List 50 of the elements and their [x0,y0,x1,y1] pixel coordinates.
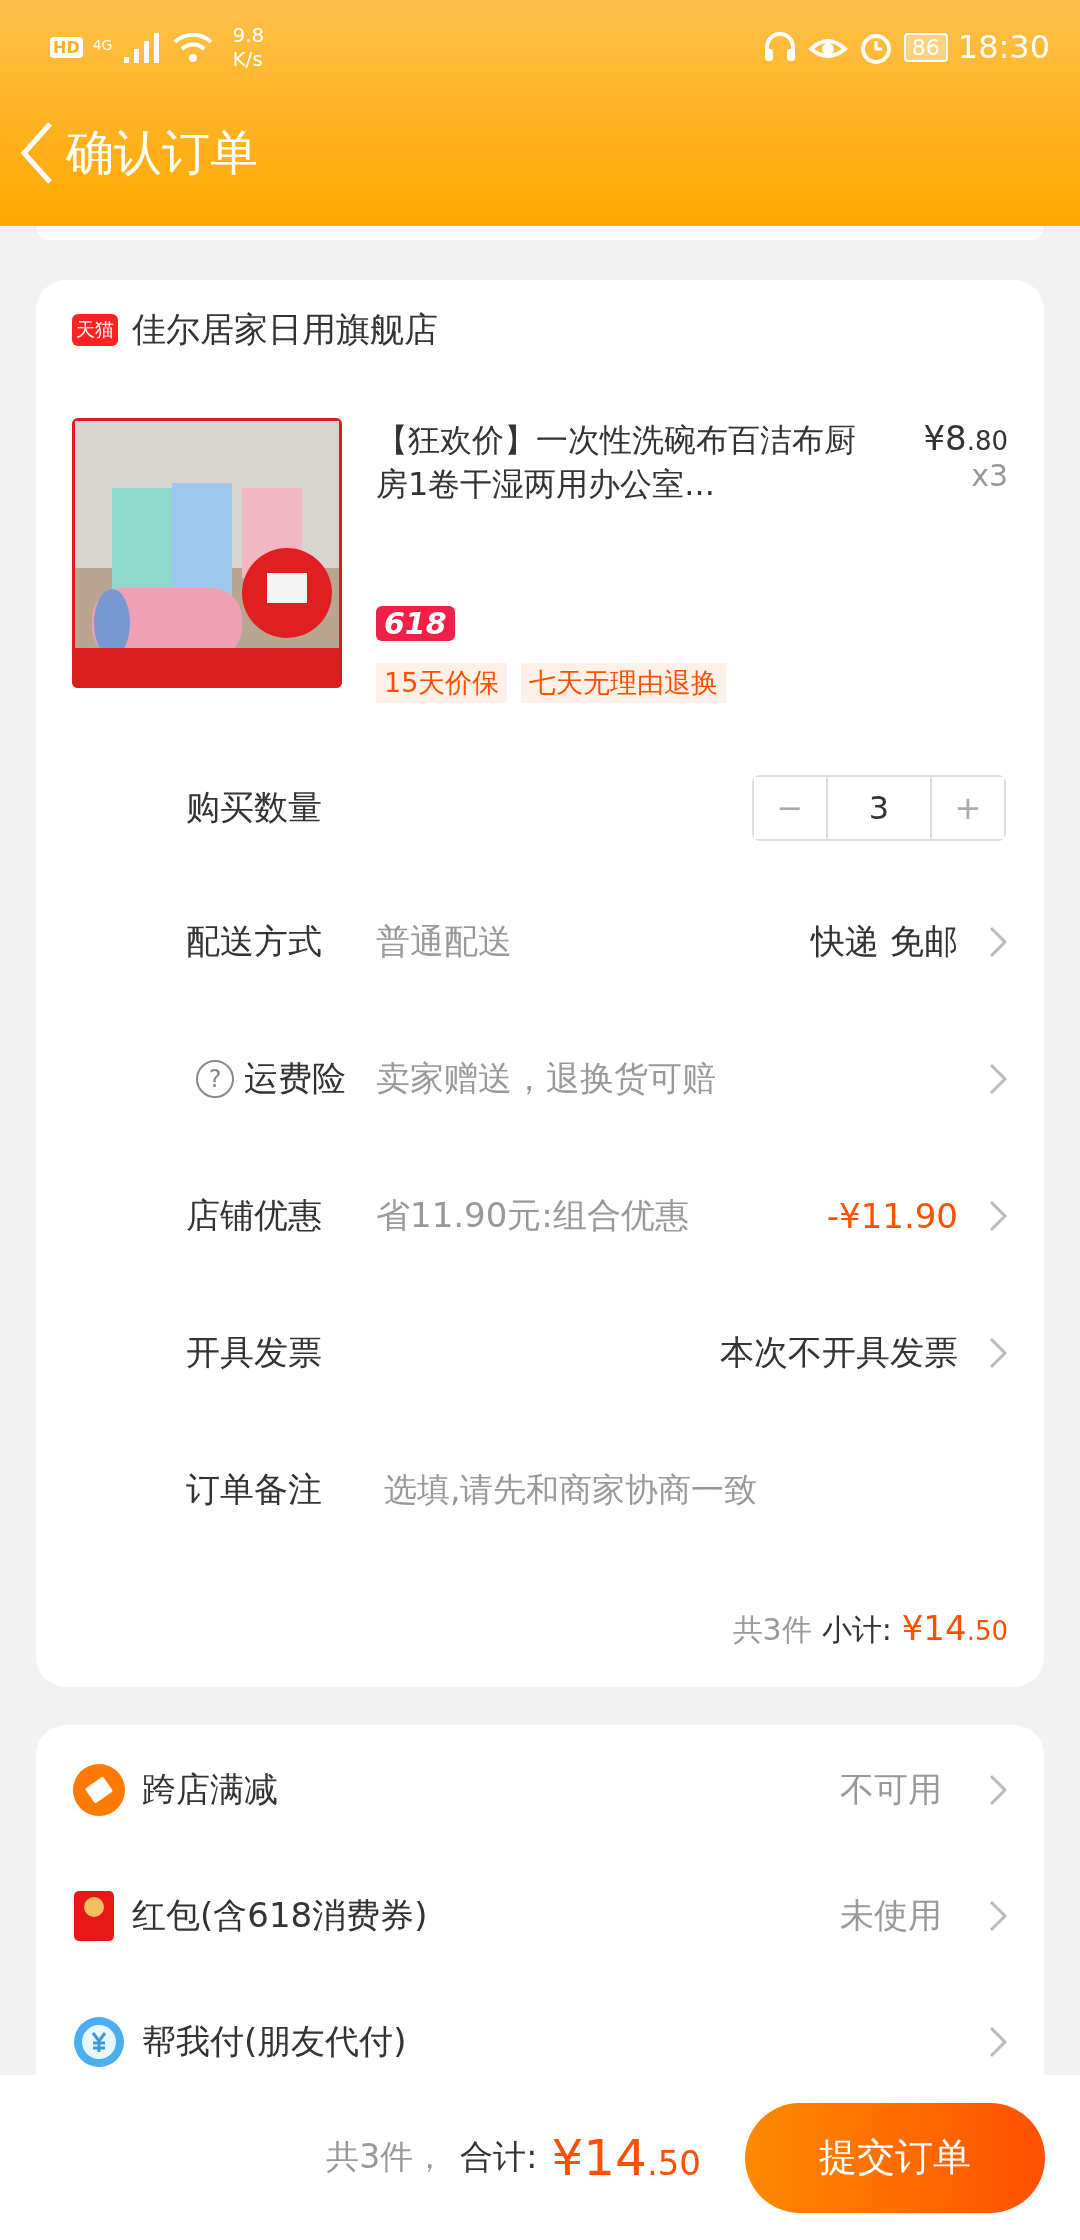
item-quantity: x3 [971,458,1008,493]
speed-unit: K/s [232,47,264,71]
chevron-right-icon [988,1335,1008,1370]
row-hint: 卖家赠送，退换货可赔 [376,1056,717,1100]
store-logo: 天猫 [72,314,118,346]
benefit-status: 未使用 [840,1897,942,1935]
page-title: 确认订单 [66,123,258,182]
clock-time: 18:30 [957,28,1050,66]
row-label: 配送方式 [186,919,322,963]
help-icon[interactable]: ? [196,1059,234,1098]
speed-value: 9.8 [232,23,265,47]
chevron-right-icon [988,1899,1008,1933]
row-label: 订单备注 [186,1467,322,1511]
promo-badge: 618 [376,606,455,641]
hd-icon: HD [50,36,83,58]
subtotal-price: ¥14.50 [901,1608,1008,1648]
yuan-coin-icon [72,2015,126,2069]
chevron-right-icon [988,924,1008,959]
item-count: 共3件 [732,1611,812,1649]
row-label: 店铺优惠 [186,1193,322,1237]
chevron-right-icon [988,1061,1008,1096]
row-value[interactable]: 快递 免邮 [811,918,958,965]
benefit-label[interactable]: 跨店满减 [142,1771,278,1809]
back-icon[interactable] [18,120,54,186]
wifi-icon [172,30,215,64]
row-label: 运费险 [244,1056,346,1100]
service-tag: 15天价保 [376,663,508,703]
total-label: 合计: [460,2136,538,2178]
row-hint: 普通配送 [376,919,513,963]
chevron-right-icon [988,2025,1008,2059]
row-value[interactable]: 本次不开具发票 [720,1329,958,1376]
product-title[interactable]: 【狂欢价】一次性洗碗布百洁布厨房1卷干湿两用办公室... [376,418,884,506]
row-label: 购买数量 [186,786,322,829]
service-tag: 七天无理由退换 [521,663,727,703]
benefit-label[interactable]: 帮我付(朋友代付) [142,2023,407,2061]
envelope-icon [72,1889,116,1943]
subtotal-label: 小计: [821,1611,892,1649]
item-count: 共3件， [326,2136,447,2178]
battery-indicator: 86 [903,32,948,62]
chevron-right-icon [988,1773,1008,1807]
chevron-right-icon [988,1198,1008,1233]
row-hint: 省11.90元:组合优惠 [376,1193,690,1237]
coupon-icon [72,1763,126,1817]
total-price: ¥14.50 [551,2128,701,2187]
benefit-label[interactable]: 红包(含618消费券) [132,1897,428,1935]
benefit-status: 不可用 [840,1771,942,1809]
unit-price: ¥8.80 [923,418,1008,458]
row-label: 开具发票 [186,1330,322,1374]
network-type: 4G [92,37,113,53]
store-name[interactable]: 佳尔居家日用旗舰店 [132,307,438,353]
